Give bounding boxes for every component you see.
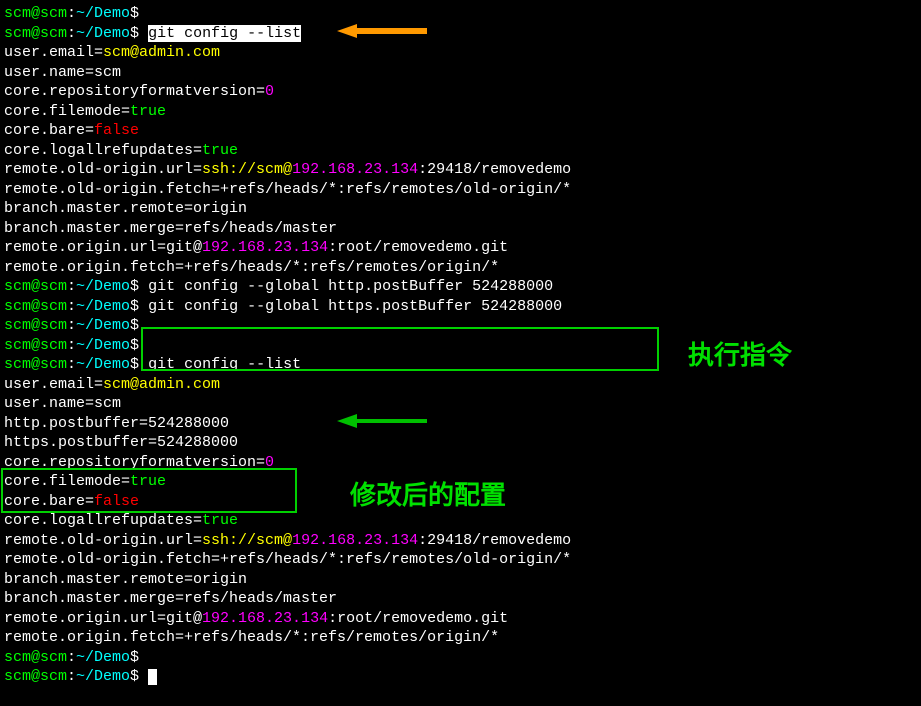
prompt-line-cmd: scm@scm:~/Demo$ git config --global http…: [4, 277, 917, 297]
config-line: core.bare=false: [4, 492, 917, 512]
config-line: core.filemode=true: [4, 102, 917, 122]
config-line: https.postbuffer=524288000: [4, 433, 917, 453]
prompt-line: scm@scm:~/Demo$: [4, 4, 917, 24]
config-line: remote.origin.fetch=+refs/heads/*:refs/r…: [4, 258, 917, 278]
config-line: remote.origin.url=git@192.168.23.134:roo…: [4, 609, 917, 629]
config-line: user.name=scm: [4, 63, 917, 83]
config-line: core.filemode=true: [4, 472, 917, 492]
cursor-icon: [148, 669, 157, 685]
config-line: core.logallrefupdates=true: [4, 141, 917, 161]
config-line: user.name=scm: [4, 394, 917, 414]
config-line: remote.old-origin.url=ssh://scm@192.168.…: [4, 531, 917, 551]
config-line: http.postbuffer=524288000: [4, 414, 917, 434]
config-line: remote.old-origin.url=ssh://scm@192.168.…: [4, 160, 917, 180]
config-line: branch.master.merge=refs/heads/master: [4, 219, 917, 239]
config-line: core.repositoryformatversion=0: [4, 453, 917, 473]
prompt-line-cursor: scm@scm:~/Demo$: [4, 667, 917, 687]
config-line: remote.origin.fetch=+refs/heads/*:refs/r…: [4, 628, 917, 648]
config-line: core.logallrefupdates=true: [4, 511, 917, 531]
highlighted-command: git config --list: [148, 25, 301, 42]
config-line: branch.master.remote=origin: [4, 199, 917, 219]
config-line: remote.old-origin.fetch=+refs/heads/*:re…: [4, 180, 917, 200]
config-line: core.bare=false: [4, 121, 917, 141]
config-line: core.repositoryformatversion=0: [4, 82, 917, 102]
config-line: user.email=scm@admin.com: [4, 43, 917, 63]
terminal-output[interactable]: scm@scm:~/Demo$ scm@scm:~/Demo$ git conf…: [4, 4, 917, 687]
config-line: user.email=scm@admin.com: [4, 375, 917, 395]
prompt-line: scm@scm:~/Demo$: [4, 336, 917, 356]
prompt-line: scm@scm:~/Demo$: [4, 316, 917, 336]
prompt-line-cmd: scm@scm:~/Demo$ git config --global http…: [4, 297, 917, 317]
prompt-line-cmd: scm@scm:~/Demo$ git config --list: [4, 24, 917, 44]
config-line: remote.origin.url=git@192.168.23.134:roo…: [4, 238, 917, 258]
prompt-line-cmd: scm@scm:~/Demo$ git config --list: [4, 355, 917, 375]
prompt-line: scm@scm:~/Demo$: [4, 648, 917, 668]
config-line: remote.old-origin.fetch=+refs/heads/*:re…: [4, 550, 917, 570]
config-line: branch.master.merge=refs/heads/master: [4, 589, 917, 609]
config-line: branch.master.remote=origin: [4, 570, 917, 590]
